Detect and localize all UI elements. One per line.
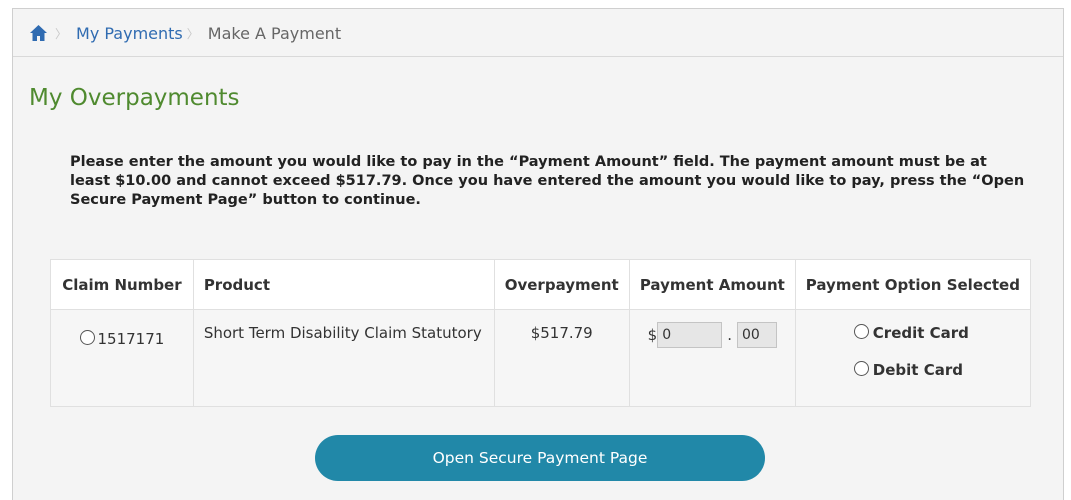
radio-button-icon[interactable] xyxy=(79,330,95,345)
table-header-row: Claim Number Product Overpayment Payment… xyxy=(50,259,1032,310)
option-debit-card-label: Debit Card xyxy=(872,361,963,379)
header-payment-option: Payment Option Selected xyxy=(794,259,1032,310)
header-divider xyxy=(13,56,1063,57)
radio-button-icon[interactable] xyxy=(853,361,869,376)
header-claim-number: Claim Number xyxy=(50,259,194,310)
payment-instructions: Please enter the amount you would like t… xyxy=(70,154,1025,208)
breadcrumb-separator-icon: 〉 xyxy=(186,26,199,41)
header-overpayment: Overpayment xyxy=(493,259,630,310)
claim-select-radio[interactable]: 1517171 xyxy=(79,330,165,348)
decimal-point: . xyxy=(727,326,732,344)
breadcrumb-my-payments[interactable]: My Payments xyxy=(76,24,183,43)
claim-number-value: 1517171 xyxy=(97,330,165,348)
breadcrumb-separator-icon: 〉 xyxy=(55,26,68,41)
breadcrumb: 〉 My Payments 〉 Make A Payment xyxy=(29,21,341,45)
open-secure-payment-button[interactable]: Open Secure Payment Page xyxy=(315,435,765,481)
currency-symbol: $ xyxy=(647,326,658,344)
table-row: 1517171 Short Term Disability Claim Stat… xyxy=(50,309,1032,407)
header-product: Product xyxy=(192,259,495,310)
header-payment-amount: Payment Amount xyxy=(628,259,796,310)
product-cell: Short Term Disability Claim Statutory xyxy=(192,309,495,407)
payment-option-cell: Credit Card Debit Card xyxy=(794,309,1032,407)
home-icon[interactable] xyxy=(29,24,48,42)
option-credit-card[interactable]: Credit Card xyxy=(796,324,1030,361)
overpayment-cell: $517.79 xyxy=(493,309,630,407)
radio-button-icon[interactable] xyxy=(853,324,869,339)
overpayments-table: Claim Number Product Overpayment Payment… xyxy=(50,259,1032,407)
payment-cents-input[interactable] xyxy=(736,322,777,348)
payment-amount-cell: $ . xyxy=(628,309,796,407)
claim-number-cell: 1517171 xyxy=(50,309,194,407)
page-title: My Overpayments xyxy=(29,85,240,111)
option-credit-card-label: Credit Card xyxy=(872,324,969,342)
payment-panel: 〉 My Payments 〉 Make A Payment My Overpa… xyxy=(12,8,1064,500)
payment-dollars-input[interactable] xyxy=(657,322,723,348)
payment-amount-field: $ . xyxy=(648,322,777,348)
option-debit-card[interactable]: Debit Card xyxy=(796,361,1030,398)
breadcrumb-current-page: Make A Payment xyxy=(207,23,342,43)
